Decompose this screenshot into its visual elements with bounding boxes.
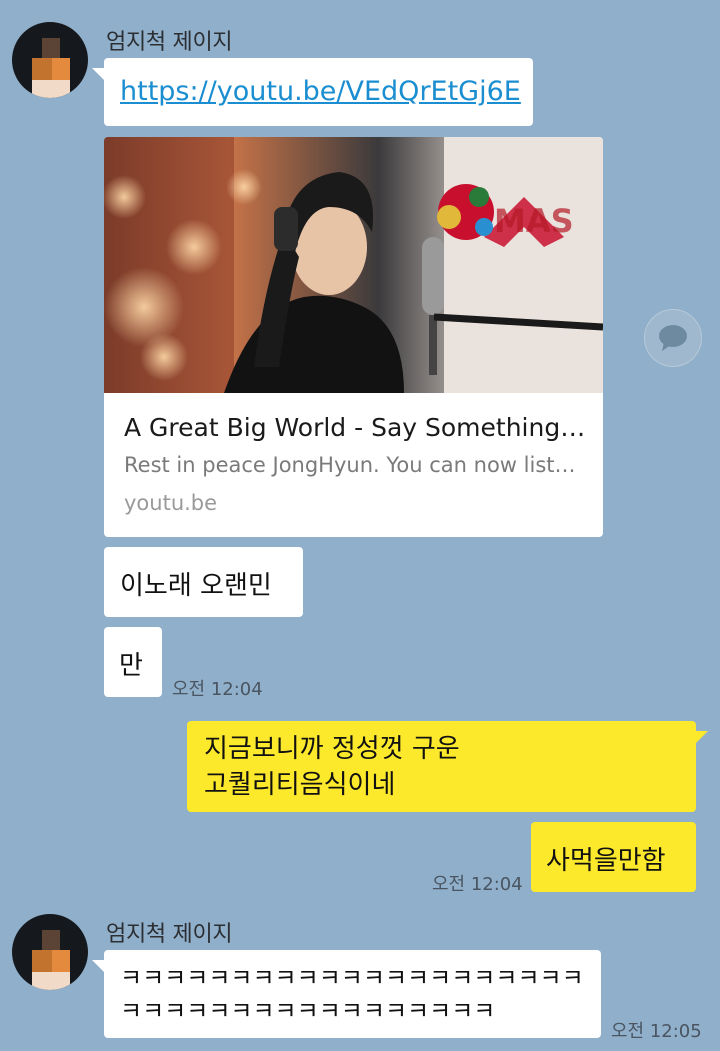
card-domain: youtu.be	[124, 491, 218, 515]
youtube-link[interactable]: https://youtu.be/VEdQrEtGj6E	[120, 76, 521, 107]
card-title: A Great Big World - Say Something…	[124, 413, 586, 442]
link-message-bubble[interactable]: https://youtu.be/VEdQrEtGj6E	[92, 58, 533, 126]
link-preview-card[interactable]: MAS A Great Big World - Say Something… R…	[104, 137, 603, 537]
avatar[interactable]	[12, 914, 88, 990]
my-message-bubble[interactable]: 지금보니까 정성껏 구운 고퀄리티음식이네	[187, 721, 708, 812]
message-text: 이노래 오랜민	[120, 571, 272, 601]
message-text-line2: ㅋㅋㅋㅋㅋㅋㅋㅋㅋㅋㅋㅋㅋㅋㅋㅋㅋ	[120, 997, 496, 1025]
message-text-line1: ㅋㅋㅋㅋㅋㅋㅋㅋㅋㅋㅋㅋㅋㅋㅋㅋㅋㅋㅋㅋㅋ	[120, 964, 584, 992]
message-text-line2: 고퀄리티음식이네	[204, 770, 396, 800]
card-description: Rest in peace JongHyun. You can now list…	[124, 453, 576, 477]
share-button[interactable]	[644, 309, 702, 367]
sender-name: 엄지척 제이지	[106, 30, 233, 55]
my-message-bubble[interactable]: 사먹을만함	[531, 822, 696, 892]
sender-name: 엄지척 제이지	[106, 922, 233, 947]
timestamp: 오전 12:04	[172, 679, 263, 700]
message-text: 만	[119, 651, 143, 681]
timestamp: 오전 12:04	[432, 874, 523, 895]
message-bubble[interactable]: 이노래 오랜민	[104, 547, 303, 617]
svg-text:MAS: MAS	[494, 202, 574, 240]
message-bubble[interactable]: ㅋㅋㅋㅋㅋㅋㅋㅋㅋㅋㅋㅋㅋㅋㅋㅋㅋㅋㅋㅋㅋ ㅋㅋㅋㅋㅋㅋㅋㅋㅋㅋㅋㅋㅋㅋㅋㅋㅋ	[92, 950, 601, 1038]
video-thumbnail[interactable]: MAS	[104, 137, 603, 393]
message-bubble[interactable]: 만	[104, 627, 162, 697]
speech-bubble-icon	[659, 325, 687, 351]
message-text: 사먹을만함	[546, 846, 666, 876]
avatar[interactable]	[12, 22, 88, 98]
message-text-line1: 지금보니까 정성껏 구운	[204, 734, 460, 764]
timestamp: 오전 12:05	[611, 1021, 702, 1042]
